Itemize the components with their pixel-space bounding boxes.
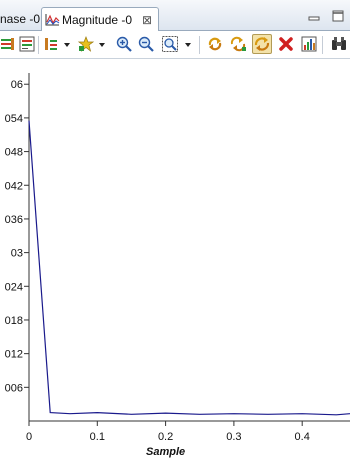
tab-phase[interactable]: nase -0 [0,7,40,31]
y-tick-label: 024 [5,281,23,293]
zoom-out-icon[interactable] [138,36,154,52]
tab-phase-label: nase -0 [0,12,40,26]
y-tick-label: 018 [5,315,23,327]
magnitude-series-line [28,120,350,416]
magnitude-chart-icon [45,14,60,26]
y-tick-label: 048 [5,147,23,159]
zoom-in-icon[interactable] [116,36,132,52]
y-tick-label: 042 [5,180,23,192]
add-trace-icon[interactable] [0,36,16,52]
y-tick-label: 006 [5,382,23,394]
trace-properties-icon[interactable] [19,36,35,52]
toolbar-separator [38,36,39,54]
y-tick-label: 03 [11,248,23,260]
maximize-icon[interactable] [330,8,346,24]
y-tick-label: 036 [5,214,23,226]
magnitude-chart[interactable]: 0060120180240303604204805406 0 0.1 0.2 0.3 0… [0,59,350,467]
y-tick-label: 054 [5,113,23,125]
toolbar-separator [199,36,200,54]
binoculars-icon[interactable] [331,36,347,52]
tab-magnitude-label: Magnitude -0 [62,13,133,27]
x-tick-label: 0.1 [90,431,105,443]
auto-refresh-toggle-icon[interactable] [252,34,272,54]
x-tick-label: 0.2 [158,431,173,443]
refresh-icon[interactable] [207,36,223,52]
add-annotation-icon[interactable] [78,36,94,52]
y-axis-ticks: 006 012 018 024 03 036 042 048 054 06 [5,79,29,394]
minimize-icon[interactable] [306,8,322,24]
axis-range-dropdown-icon[interactable] [64,43,70,47]
zoom-dropdown-icon[interactable] [185,43,191,47]
close-tab-icon[interactable]: ⊠ [142,8,152,32]
editor-tab-bar: nase -0 Magnitude -0 ⊠ [0,0,350,31]
refresh-all-icon[interactable] [230,36,246,52]
chart-settings-icon[interactable] [301,36,317,52]
toolbar-separator [322,36,323,54]
chart-toolbar [0,31,350,59]
x-tick-label: 0 [26,431,32,443]
x-axis-ticks: 0 0.1 0.2 0.3 0.4 [26,421,310,443]
x-axis-title: Sample [146,446,185,458]
annotation-dropdown-icon[interactable] [99,43,105,47]
y-tick-label: 06 [11,79,23,91]
x-tick-label: 0.3 [226,431,241,443]
y-tick-label: 012 [5,349,23,361]
x-tick-label: 0.4 [295,431,310,443]
axis-range-icon[interactable] [43,36,59,52]
zoom-region-icon[interactable] [162,36,178,52]
tab-magnitude[interactable]: Magnitude -0 ⊠ [41,7,159,31]
delete-icon[interactable] [278,36,294,52]
